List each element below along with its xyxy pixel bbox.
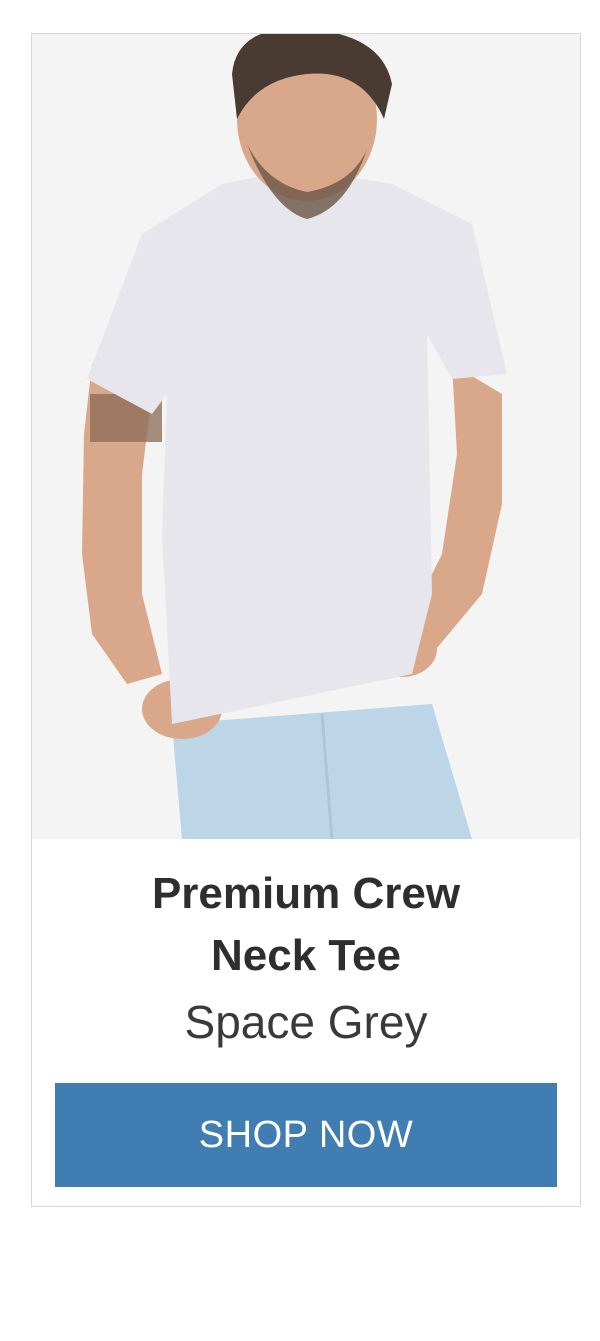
product-title[interactable]: Premium Crew Neck Tee [32, 863, 580, 987]
product-color: Space Grey [184, 996, 428, 1048]
product-title-line2: Neck Tee [211, 931, 401, 980]
product-card: Premium Crew Neck Tee Space Grey SHOP NO… [31, 33, 581, 1207]
model-photo-illustration [32, 34, 580, 839]
product-image[interactable] [32, 34, 580, 839]
shop-now-button[interactable]: SHOP NOW [55, 1083, 557, 1187]
product-title-line1: Premium Crew [151, 869, 461, 918]
